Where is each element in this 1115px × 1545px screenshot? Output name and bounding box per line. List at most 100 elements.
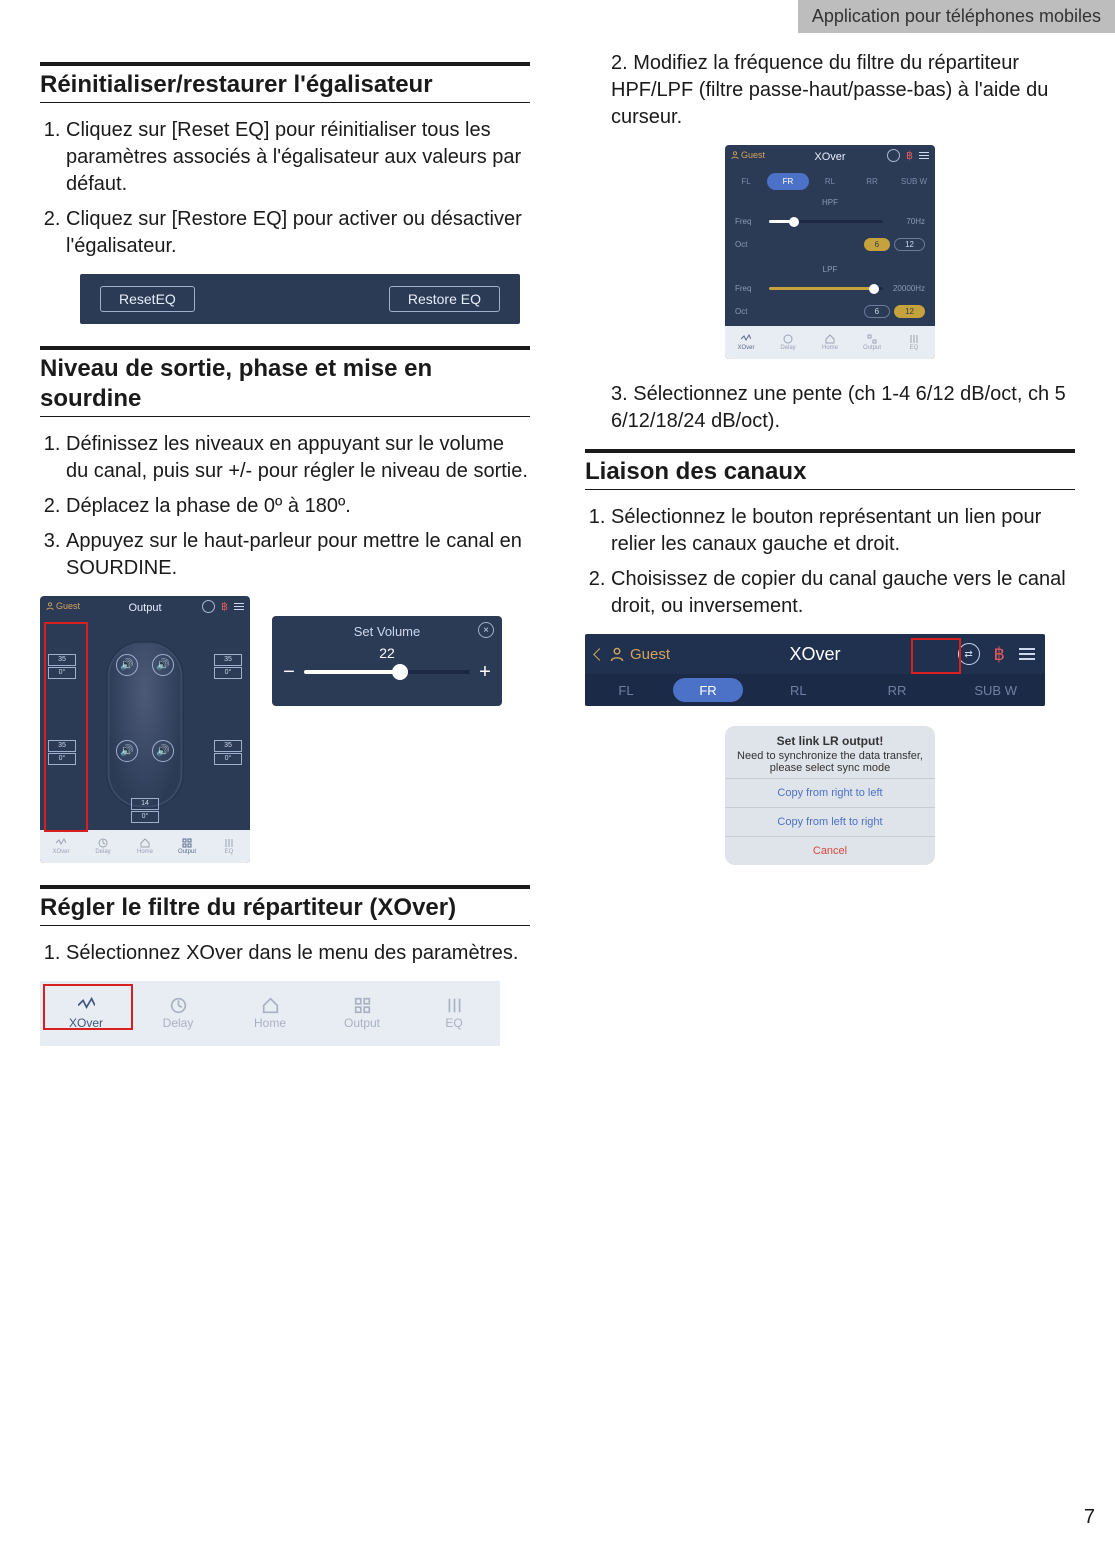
menu-home[interactable]: Home (224, 981, 316, 1046)
channel-tabs: FL FR RL RR SUB W (725, 173, 935, 190)
link-channels-button[interactable] (958, 643, 980, 665)
lpf-slope-12[interactable]: 12 (894, 305, 925, 318)
heading-xover-filter: Régler le filtre du répartiteur (XOver) (40, 885, 530, 926)
link-step-1: Sélectionnez le bouton représentant un l… (611, 504, 1075, 558)
eq-button-bar: ResetEQ Restore EQ (80, 274, 520, 324)
volume-value: 22 (282, 645, 492, 661)
bottom-tabs: XOver Delay Home Output EQ (725, 326, 935, 359)
speaker-fl-icon[interactable]: 🔊 (116, 654, 138, 676)
tab-home[interactable]: Home (124, 830, 166, 863)
tab-fr[interactable]: FR (767, 173, 809, 190)
menu-eq[interactable]: EQ (408, 981, 500, 1046)
rr-values: 350° (214, 740, 242, 766)
menu-icon[interactable] (919, 150, 929, 161)
oct-label: Oct (735, 307, 761, 316)
bluetooth-icon[interactable]: ฿ (906, 149, 913, 162)
bluetooth-icon[interactable]: ฿ (221, 600, 228, 613)
xover-title: XOver (814, 151, 845, 163)
oct-label: Oct (735, 240, 761, 249)
link-step-2: Choisissez de copier du canal gauche ver… (611, 566, 1075, 620)
heading-channel-link: Liaison des canaux (585, 449, 1075, 490)
left-column: Réinitialiser/restaurer l'égalisateur Cl… (40, 50, 530, 1068)
hpf-freq-value: 70Hz (891, 217, 925, 226)
set-volume-title: Set Volume (282, 624, 492, 639)
page-number: 7 (1084, 1506, 1095, 1529)
tab-sub[interactable]: SUB W (946, 674, 1045, 706)
speaker-fr-icon[interactable]: 🔊 (152, 654, 174, 676)
link-icon[interactable] (202, 600, 215, 613)
tab-fl[interactable]: FL (591, 678, 661, 702)
heading-output-phase-mute: Niveau de sortie, phase et mise en sourd… (40, 346, 530, 417)
reset-eq-button[interactable]: ResetEQ (100, 286, 195, 312)
link-header-screenshot: Guest XOver ฿ FL FR RL (585, 634, 1045, 706)
output-step-2: Déplacez la phase de 0º à 180º. (66, 493, 530, 520)
heading-reset-restore: Réinitialiser/restaurer l'égalisateur (40, 62, 530, 103)
link-icon[interactable] (887, 149, 900, 162)
output-screenshot: Guest Output ฿ 🔊 🔊 🔊 🔊 (40, 596, 250, 863)
xover-step-3: Sélectionnez une pente (ch 1-4 6/12 dB/o… (611, 381, 1075, 435)
volume-minus-button[interactable]: − (282, 665, 296, 679)
tab-xover[interactable]: XOver (725, 326, 767, 359)
reset-eq-step-1: Cliquez sur [Reset EQ] pour réinitialise… (66, 117, 530, 198)
fl-values: 350° (48, 654, 76, 680)
tab-eq[interactable]: EQ (893, 326, 935, 359)
lpf-slope-6[interactable]: 6 (864, 305, 890, 318)
lpf-freq-slider[interactable] (769, 287, 883, 290)
volume-plus-button[interactable]: + (478, 665, 492, 679)
copy-right-to-left-button[interactable]: Copy from right to left (725, 778, 935, 807)
tab-home[interactable]: Home (809, 326, 851, 359)
tab-sub[interactable]: SUB W (893, 173, 935, 190)
tab-output[interactable]: Output (851, 326, 893, 359)
bluetooth-icon[interactable]: ฿ (994, 644, 1005, 665)
menu-delay[interactable]: Delay (132, 981, 224, 1046)
output-step-3: Appuyez sur le haut-parleur pour mettre … (66, 528, 530, 582)
guest-chip: Guest (585, 646, 670, 663)
tab-output[interactable]: Output (166, 830, 208, 863)
menu-xover[interactable]: XOver (40, 981, 132, 1046)
tab-rl[interactable]: RL (809, 173, 851, 190)
set-volume-popup: Set Volume × 22 − + (272, 616, 502, 706)
hpf-slope-12[interactable]: 12 (894, 238, 925, 251)
freq-label: Freq (735, 217, 761, 226)
menu-icon[interactable] (234, 601, 244, 612)
xover-step-2: Modifiez la fréquence du filtre du répar… (611, 50, 1075, 131)
cancel-button[interactable]: Cancel (725, 836, 935, 865)
right-column: Modifiez la fréquence du filtre du répar… (585, 50, 1075, 1068)
copy-left-to-right-button[interactable]: Copy from left to right (725, 807, 935, 836)
bottom-tabs: XOver Delay Home Output EQ (40, 830, 250, 863)
header-tab: Application pour téléphones mobiles (798, 0, 1115, 33)
tab-xover[interactable]: XOver (40, 830, 82, 863)
sub-values: 140° (131, 798, 159, 824)
hpf-freq-slider[interactable] (769, 220, 883, 223)
reset-eq-step-2: Cliquez sur [Restore EQ] pour activer ou… (66, 206, 530, 260)
hpf-slope-6[interactable]: 6 (864, 238, 890, 251)
tab-fl[interactable]: FL (725, 173, 767, 190)
output-title: Output (128, 602, 161, 614)
restore-eq-button[interactable]: Restore EQ (389, 286, 500, 312)
xover-screenshot: Guest XOver ฿ FL FR RL RR (725, 145, 935, 359)
tab-rl[interactable]: RL (749, 674, 848, 706)
hpf-label: HPF (725, 190, 935, 211)
link-bar-title: XOver (789, 644, 840, 665)
tab-rr[interactable]: RR (851, 173, 893, 190)
speaker-rl-icon[interactable]: 🔊 (116, 740, 138, 762)
tab-fr[interactable]: FR (673, 678, 743, 702)
tab-rr[interactable]: RR (848, 674, 947, 706)
tab-eq[interactable]: EQ (208, 830, 250, 863)
highlight-box (911, 638, 961, 674)
menu-icon[interactable] (1019, 645, 1035, 663)
close-icon[interactable]: × (478, 622, 494, 638)
fr-values: 350° (214, 654, 242, 680)
tab-delay[interactable]: Delay (82, 830, 124, 863)
output-step-1: Définissez les niveaux en appuyant sur l… (66, 431, 530, 485)
volume-slider[interactable] (304, 670, 470, 674)
dialog-subtitle: Need to synchronize the data transfer, p… (737, 750, 923, 774)
lpf-label: LPF (725, 257, 935, 278)
menu-output[interactable]: Output (316, 981, 408, 1046)
dialog-title: Set link LR output! (737, 734, 923, 748)
speaker-rr-icon[interactable]: 🔊 (152, 740, 174, 762)
tab-delay[interactable]: Delay (767, 326, 809, 359)
back-chevron-icon[interactable] (593, 648, 606, 661)
lpf-freq-value: 20000Hz (891, 284, 925, 293)
link-lr-dialog: Set link LR output! Need to synchronize … (725, 726, 935, 865)
